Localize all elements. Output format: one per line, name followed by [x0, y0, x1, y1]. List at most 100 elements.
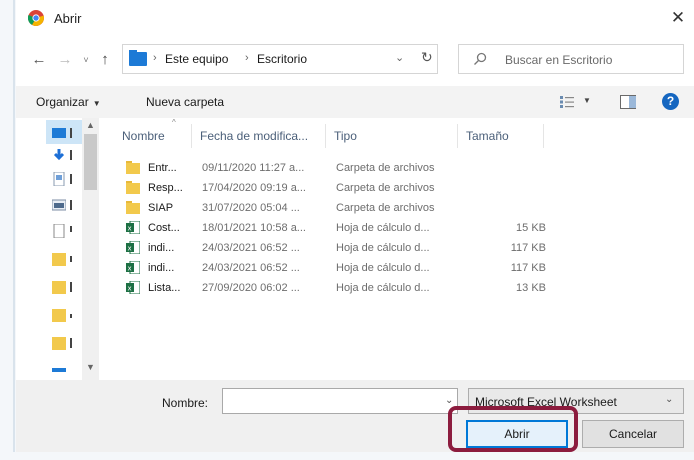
file-row[interactable]: x Lista... 27/09/2020 06:02 ... Hoja de …	[122, 278, 562, 298]
caret-down-icon: ▼	[92, 99, 101, 108]
folder-icon[interactable]	[52, 336, 66, 350]
organize-button[interactable]: Organizar ▼	[36, 95, 101, 109]
svg-text:x: x	[128, 265, 132, 273]
help-icon[interactable]: ?	[662, 93, 679, 110]
file-list: ^ Nombre Fecha de modifica... Tipo Tamañ…	[112, 118, 692, 380]
window-title: Abrir	[54, 11, 82, 26]
chevron-down-icon[interactable]: ⌄	[445, 395, 453, 406]
svg-text:x: x	[128, 285, 132, 293]
nav-item-marker	[70, 256, 72, 262]
file-name: Resp...	[148, 182, 183, 194]
file-date: 27/09/2020 06:02 ...	[202, 282, 300, 294]
file-type: Hoja de cálculo d...	[336, 282, 430, 294]
file-name: SIAP	[148, 202, 174, 214]
back-arrow-icon[interactable]: ←	[30, 50, 48, 70]
file-row[interactable]: SIAP 31/07/2020 05:04 ... Carpeta de arc…	[122, 198, 562, 218]
file-size: 15 KB	[516, 222, 546, 234]
folder-icon[interactable]	[52, 308, 66, 322]
column-header-date[interactable]: Fecha de modifica...	[192, 124, 326, 148]
file-type: Hoja de cálculo d...	[336, 262, 430, 274]
file-date: 31/07/2020 05:04 ...	[202, 202, 300, 214]
open-button-highlight	[448, 406, 578, 452]
scroll-up-icon[interactable]: ▲	[82, 120, 99, 130]
file-date: 09/11/2020 11:27 a...	[202, 162, 305, 174]
search-box[interactable]: Buscar en Escritorio	[458, 44, 684, 74]
column-header-type[interactable]: Tipo	[326, 124, 458, 148]
file-type: Hoja de cálculo d...	[336, 242, 430, 254]
title-bar: Abrir ✕	[16, 0, 694, 36]
breadcrumb-este-equipo[interactable]: Este equipo	[165, 52, 228, 66]
file-size: 13 KB	[516, 282, 546, 294]
file-row[interactable]: Entr... 09/11/2020 11:27 a... Carpeta de…	[122, 158, 562, 178]
file-date: 18/01/2021 10:58 a...	[202, 222, 306, 234]
file-date: 17/04/2020 09:19 a...	[202, 182, 306, 194]
caret-down-icon[interactable]: ▼	[583, 96, 591, 105]
file-size: 117 KB	[510, 262, 546, 274]
download-icon[interactable]	[52, 148, 66, 162]
nav-item-marker	[70, 314, 72, 318]
file-type: Hoja de cálculo d...	[336, 222, 430, 234]
column-header-name[interactable]: ^ Nombre	[114, 118, 192, 148]
search-icon	[474, 52, 487, 65]
view-options-icon[interactable]	[560, 96, 574, 108]
breadcrumb-separator-icon: ›	[153, 52, 157, 64]
chevron-down-icon[interactable]: ⌄	[665, 394, 673, 405]
documents-icon[interactable]	[52, 172, 66, 186]
file-name: indi...	[148, 242, 175, 254]
file-name: indi...	[148, 262, 175, 274]
scroll-down-icon[interactable]: ▼	[82, 362, 99, 372]
preview-pane-icon[interactable]	[620, 95, 636, 109]
svg-text:x: x	[128, 245, 132, 253]
nav-pane-scrollbar[interactable]: ▲ ▼	[82, 118, 99, 380]
chrome-icon	[28, 10, 44, 26]
column-header-date-label: Fecha de modifica...	[200, 129, 309, 143]
column-header-type-label: Tipo	[334, 129, 357, 143]
nav-item-marker	[70, 174, 72, 184]
background-bottom-strip	[0, 452, 694, 460]
recent-locations-chevron-icon[interactable]: ˅	[80, 50, 92, 70]
file-date: 24/03/2021 06:52 ...	[202, 262, 300, 274]
folder-icon	[126, 201, 140, 214]
sort-arrow-icon: ^	[172, 118, 176, 127]
cancel-button[interactable]: Cancelar	[582, 420, 684, 448]
file-type: Carpeta de archivos	[336, 162, 435, 174]
chevron-down-icon[interactable]: ⌄	[395, 51, 404, 64]
nav-item-marker	[70, 226, 72, 232]
network-icon[interactable]	[52, 368, 66, 376]
file-name: Cost...	[148, 222, 180, 234]
up-arrow-icon[interactable]: ↑	[96, 50, 114, 70]
excel-icon: x	[126, 281, 140, 294]
file-row[interactable]: Resp... 17/04/2020 09:19 a... Carpeta de…	[122, 178, 562, 198]
address-bar[interactable]: › Este equipo › Escritorio ⌄ ↻	[122, 44, 438, 74]
filename-label: Nombre:	[162, 396, 209, 410]
refresh-icon[interactable]: ↻	[421, 49, 433, 66]
pictures-icon[interactable]	[52, 198, 66, 212]
scroll-thumb[interactable]	[84, 134, 97, 190]
column-header-size[interactable]: Tamaño	[458, 124, 544, 148]
file-row[interactable]: x indi... 24/03/2021 06:52 ... Hoja de c…	[122, 258, 562, 278]
file-size: 117 KB	[510, 242, 546, 254]
search-input[interactable]: Buscar en Escritorio	[505, 53, 612, 67]
folder-icon	[126, 181, 140, 194]
filename-input[interactable]: ⌄	[222, 388, 458, 414]
file-row[interactable]: x Cost... 18/01/2021 10:58 a... Hoja de …	[122, 218, 562, 238]
nav-item-marker	[70, 150, 72, 160]
file-row[interactable]: x indi... 24/03/2021 06:52 ... Hoja de c…	[122, 238, 562, 258]
excel-icon: x	[126, 241, 140, 254]
column-header-size-label: Tamaño	[466, 129, 509, 143]
excel-icon: x	[126, 221, 140, 234]
desktop-icon[interactable]	[52, 126, 66, 140]
pc-icon	[129, 50, 147, 66]
close-icon[interactable]: ✕	[668, 8, 688, 28]
folder-icon[interactable]	[52, 280, 66, 294]
dialog-footer: Nombre: ⌄ Microsoft Excel Worksheet ⌄ Ab…	[16, 380, 694, 452]
new-folder-button[interactable]: Nueva carpeta	[146, 95, 224, 109]
breadcrumb-escritorio[interactable]: Escritorio	[257, 52, 307, 66]
folder-icon[interactable]	[52, 252, 66, 266]
nav-item-marker	[70, 338, 72, 348]
open-file-dialog: Abrir ✕ ← → ˅ ↑ › Este equipo › Escritor…	[16, 0, 694, 452]
command-bar: Organizar ▼ Nueva carpeta ▼ ?	[16, 86, 694, 118]
nav-item-marker	[70, 200, 72, 210]
forward-arrow-icon[interactable]: →	[56, 50, 74, 70]
file-icon[interactable]	[52, 224, 66, 238]
